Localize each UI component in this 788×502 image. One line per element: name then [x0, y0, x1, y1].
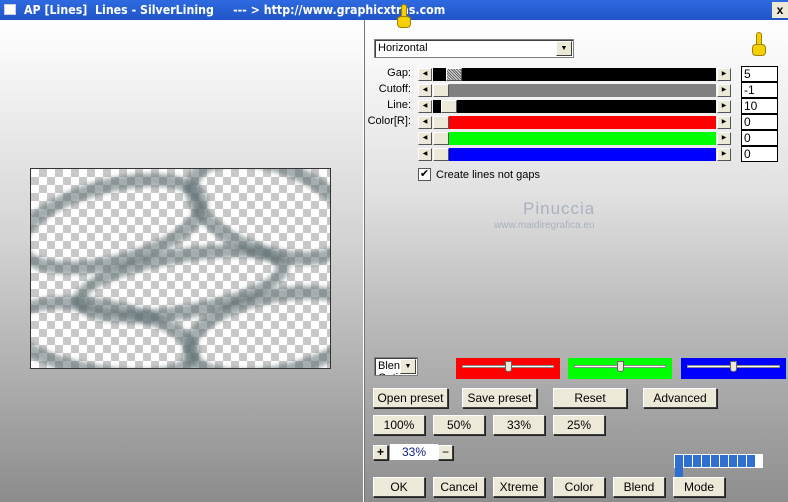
cancel-button[interactable]: Cancel [433, 477, 485, 497]
pointer-hand-icon [752, 32, 766, 58]
green-blend-slider[interactable] [568, 358, 672, 379]
slider-track[interactable] [433, 100, 716, 113]
checkbox-label: Create lines not gaps [436, 168, 540, 181]
create-lines-checkbox[interactable]: ✔ Create lines not gaps [418, 168, 540, 181]
reset-button[interactable]: Reset [553, 388, 627, 408]
arrow-right-icon[interactable]: ▶ [717, 148, 731, 161]
checkbox-check-icon[interactable]: ✔ [418, 168, 431, 181]
title-bar: AP [Lines] Lines - SilverLining --- > ht… [0, 0, 788, 20]
pointer-hand-icon [397, 4, 411, 30]
slider-thumb[interactable] [433, 148, 449, 161]
watermark-url: www.maidiregrafica.eu [494, 220, 595, 231]
slider[interactable]: ◀ ▶ [418, 132, 731, 145]
slider-thumb[interactable] [441, 100, 457, 113]
arrow-left-icon[interactable]: ◀ [418, 116, 432, 129]
slider-value-field[interactable]: 0 [741, 130, 778, 146]
preview-image [30, 168, 331, 369]
zoom-50-button[interactable]: 50% [433, 415, 485, 435]
zoom-100-button[interactable]: 100% [373, 415, 425, 435]
slider-track[interactable] [433, 148, 716, 161]
arrow-left-icon[interactable]: ◀ [418, 148, 432, 161]
ok-button[interactable]: OK [373, 477, 425, 497]
slider-thumb[interactable] [446, 68, 463, 81]
watermark-name: Pinuccia [523, 199, 596, 218]
chevron-down-icon[interactable]: ▼ [400, 359, 416, 374]
mode-button[interactable]: Mode [673, 477, 725, 497]
zoom-25-button[interactable]: 25% [553, 415, 605, 435]
slider-value-field[interactable]: 10 [741, 98, 778, 114]
open-preset-button[interactable]: Open preset [373, 388, 448, 408]
slider-value-field[interactable]: 0 [741, 114, 778, 130]
slider-thumb[interactable] [433, 116, 449, 129]
mode-select-value: Horizontal [378, 42, 428, 54]
arrow-left-icon[interactable]: ◀ [418, 100, 432, 113]
color-button[interactable]: Color [553, 477, 605, 497]
slider-track[interactable] [433, 132, 716, 145]
slider-label: Cutoff: [378, 83, 411, 95]
slider-track[interactable] [433, 68, 716, 81]
zoom-field[interactable]: 33% [390, 444, 438, 460]
zoom-33-button[interactable]: 33% [493, 415, 545, 435]
window-title: AP [Lines] Lines - SilverLining --- > ht… [24, 3, 446, 17]
advanced-button[interactable]: Advanced [643, 388, 717, 408]
slider-label: Gap: [387, 67, 411, 79]
progress-bar [673, 453, 764, 479]
arrow-right-icon[interactable]: ▶ [717, 100, 731, 113]
slider[interactable]: ◀ ▶ [418, 84, 731, 97]
mode-select[interactable]: Horizontal ▼ [374, 39, 574, 58]
red-blend-slider[interactable] [456, 358, 560, 379]
arrow-left-icon[interactable]: ◀ [418, 84, 432, 97]
chevron-down-icon[interactable]: ▼ [556, 41, 572, 56]
slider[interactable]: ◀ ▶ [418, 68, 731, 81]
slider-value-field[interactable]: -1 [741, 82, 778, 98]
slider-value-field[interactable]: 5 [741, 66, 778, 82]
slider-thumb[interactable] [433, 132, 449, 145]
slider-thumb[interactable] [433, 84, 449, 97]
slider[interactable]: ◀ ▶ [418, 100, 731, 113]
save-preset-button[interactable]: Save preset [462, 388, 537, 408]
arrow-right-icon[interactable]: ▶ [717, 84, 731, 97]
arrow-right-icon[interactable]: ▶ [717, 68, 731, 81]
slider-label: Color[R]: [367, 115, 411, 127]
arrow-right-icon[interactable]: ▶ [717, 132, 731, 145]
slider[interactable]: ◀ ▶ [418, 148, 731, 161]
blend-options-select[interactable]: Blend Optio ▼ [374, 357, 418, 376]
xtreme-button[interactable]: Xtreme [493, 477, 545, 497]
slider-track[interactable] [433, 116, 716, 129]
slider-label: Line: [387, 99, 411, 111]
arrow-left-icon[interactable]: ◀ [418, 68, 432, 81]
window-icon [4, 4, 16, 15]
close-button[interactable]: x [772, 2, 788, 18]
arrow-left-icon[interactable]: ◀ [418, 132, 432, 145]
slider-value-field[interactable]: 0 [741, 146, 778, 162]
blend-button[interactable]: Blend [613, 477, 665, 497]
blue-blend-slider[interactable] [681, 358, 786, 379]
zoom-out-button[interactable]: − [438, 445, 453, 460]
slider[interactable]: ◀ ▶ [418, 116, 731, 129]
slider-track[interactable] [433, 84, 716, 97]
zoom-in-button[interactable]: + [373, 445, 388, 460]
arrow-right-icon[interactable]: ▶ [717, 116, 731, 129]
